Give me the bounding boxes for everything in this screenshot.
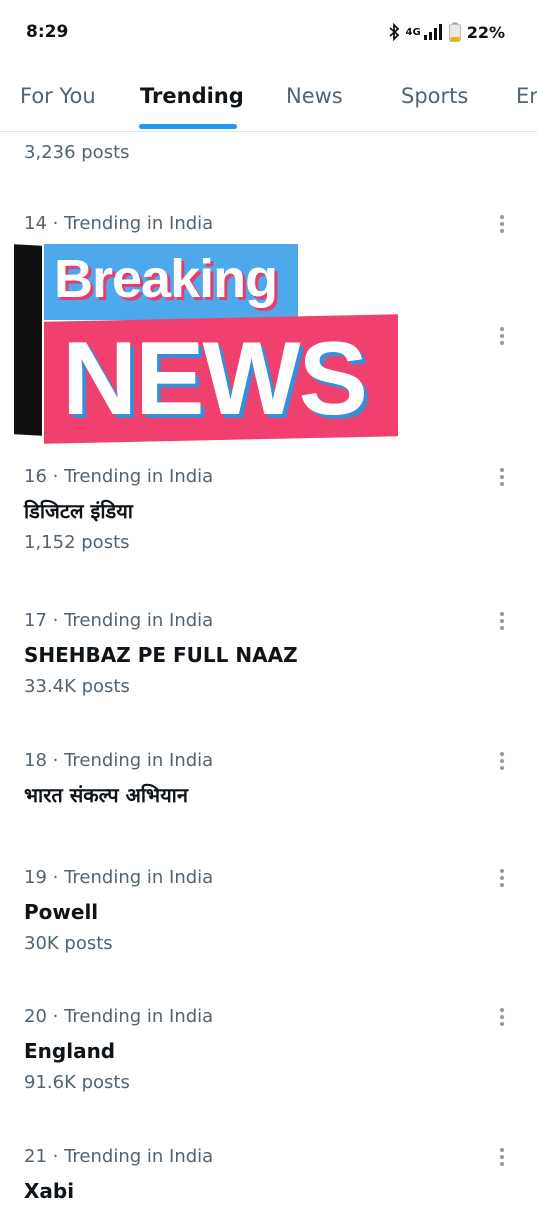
trend-item[interactable]: 18 · Trending in India भारत संकल्प अभिया… — [24, 749, 514, 809]
trend-posts-count: 33.4K posts — [24, 676, 130, 697]
trend-context: 19 · Trending in India — [24, 867, 214, 888]
more-options-icon[interactable] — [492, 609, 512, 633]
trend-item[interactable]: 14 · Trending in India — [24, 212, 514, 236]
trend-posts-count: 91.6K posts — [24, 1072, 130, 1093]
network-type-label: 4G — [405, 26, 421, 38]
tab-entertainment[interactable]: Er — [516, 84, 537, 108]
banner-line2: NEWS — [62, 321, 368, 437]
trend-item[interactable]: 19 · Trending in India Powell 30K posts — [24, 866, 514, 956]
signal-icon — [423, 24, 442, 40]
tab-trending[interactable]: Trending — [140, 84, 244, 108]
trend-title: डिजिटल इंडिया — [24, 499, 133, 523]
status-icons: 4G 22% — [388, 22, 505, 42]
trend-posts-count: 30K posts — [24, 933, 113, 954]
status-time: 8:29 — [26, 22, 69, 42]
more-options-icon[interactable] — [492, 1145, 512, 1169]
trend-context: 17 · Trending in India — [24, 610, 214, 631]
tab-sports[interactable]: Sports — [401, 84, 468, 108]
tab-for-you[interactable]: For You — [20, 84, 96, 108]
bluetooth-icon — [388, 23, 399, 41]
trend-title: Xabi — [24, 1179, 75, 1203]
more-options-icon[interactable] — [492, 212, 512, 236]
more-options-icon[interactable] — [492, 749, 512, 773]
trend-item[interactable]: 21 · Trending in India Xabi — [24, 1145, 514, 1205]
trend-title: भारत संकल्प अभियान — [24, 783, 188, 807]
tab-news[interactable]: News — [286, 84, 343, 108]
more-options-icon[interactable] — [492, 324, 512, 348]
active-tab-indicator — [139, 124, 237, 129]
trend-item[interactable]: 16 · Trending in India डिजिटल इंडिया 1,1… — [24, 465, 514, 555]
trend-title: Powell — [24, 900, 99, 924]
trend-title: England — [24, 1039, 116, 1063]
trend-item[interactable]: 20 · Trending in India England 91.6K pos… — [24, 1005, 514, 1095]
more-options-icon[interactable] — [492, 465, 512, 489]
trend-context: 16 · Trending in India — [24, 466, 214, 487]
trend-context: 21 · Trending in India — [24, 1146, 214, 1167]
battery-percentage: 22% — [466, 22, 505, 42]
banner-black-bar — [14, 244, 42, 436]
explore-tabs: For You Trending News Sports Er — [0, 66, 537, 132]
trend-posts-count: 1,152 posts — [24, 532, 130, 553]
status-bar: 8:29 4G 22% — [0, 0, 537, 64]
trend-context: 20 · Trending in India — [24, 1006, 214, 1027]
trend-posts-count: 3,236 posts — [24, 142, 130, 163]
trend-context: 14 · Trending in India — [24, 213, 214, 234]
trend-item[interactable]: 17 · Trending in India SHEHBAZ PE FULL N… — [24, 609, 514, 699]
breaking-news-banner: Breaking NEWS — [14, 240, 404, 444]
trend-title: SHEHBAZ PE FULL NAAZ — [24, 643, 298, 667]
more-options-icon[interactable] — [492, 866, 512, 890]
banner-line1: Breaking — [54, 249, 278, 309]
more-options-icon[interactable] — [492, 1005, 512, 1029]
trend-context: 18 · Trending in India — [24, 750, 214, 771]
battery-icon — [448, 22, 461, 42]
